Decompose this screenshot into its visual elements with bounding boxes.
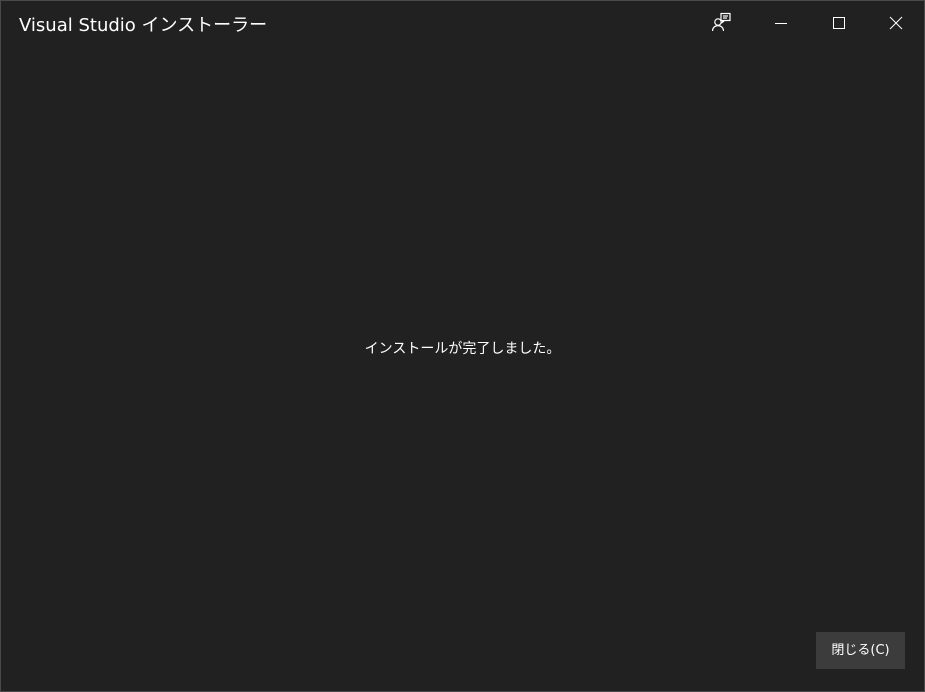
window-title: Visual Studio インストーラー bbox=[19, 15, 268, 36]
minimize-button[interactable] bbox=[758, 1, 804, 47]
completion-message: インストールが完了しました。 bbox=[364, 341, 561, 357]
close-button[interactable]: 閉じる(C) bbox=[816, 632, 905, 669]
close-icon bbox=[889, 15, 903, 34]
feedback-icon bbox=[710, 11, 732, 37]
feedback-button[interactable] bbox=[698, 1, 744, 47]
title-bar[interactable]: Visual Studio インストーラー bbox=[1, 1, 924, 49]
close-window-button[interactable] bbox=[873, 1, 919, 47]
maximize-button[interactable] bbox=[816, 1, 862, 47]
installer-window: Visual Studio インストーラー インストールが完了しました。 閉じる… bbox=[0, 0, 925, 692]
minimize-icon bbox=[774, 15, 788, 34]
maximize-icon bbox=[832, 15, 846, 34]
